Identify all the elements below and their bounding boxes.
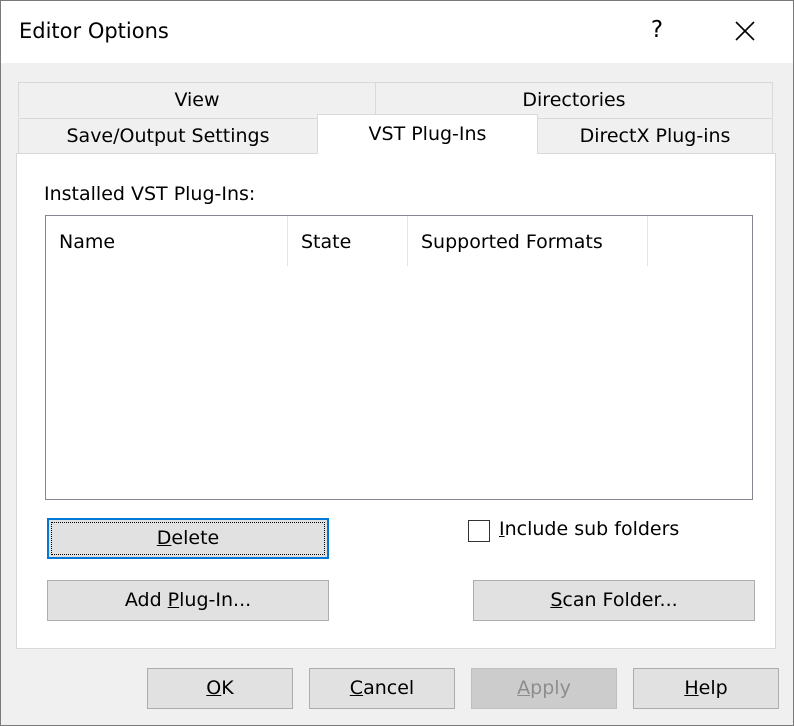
close-icon[interactable] (731, 17, 759, 45)
tab-save-output-settings-label: Save/Output Settings (66, 125, 270, 147)
tab-vst-plug-ins-label: VST Plug-Ins (368, 123, 487, 145)
editor-options-dialog: Editor Options ? View Directories Save/O… (0, 0, 794, 726)
scan-folder-button[interactable]: Scan Folder... (473, 580, 755, 621)
help-icon[interactable]: ? (647, 17, 667, 43)
tab-save-output-settings[interactable]: Save/Output Settings (18, 118, 318, 153)
include-sub-folders-checkbox[interactable] (468, 520, 490, 542)
column-header-supported-formats[interactable]: Supported Formats (408, 216, 648, 266)
tab-view-label: View (174, 89, 220, 111)
cancel-button[interactable]: Cancel (309, 668, 455, 709)
add-plug-in-button[interactable]: Add Plug-In... (47, 580, 329, 621)
ok-button[interactable]: OK (147, 668, 293, 709)
window-title: Editor Options (19, 19, 169, 43)
delete-button[interactable]: Delete (47, 518, 329, 559)
installed-plugins-list[interactable]: Name State Supported Formats (45, 215, 753, 500)
apply-button[interactable]: Apply (471, 668, 617, 709)
column-header-name[interactable]: Name (46, 216, 288, 266)
column-header-state[interactable]: State (288, 216, 408, 266)
include-sub-folders-label[interactable]: Include sub folders (499, 518, 679, 540)
tab-view[interactable]: View (18, 82, 376, 117)
title-bar: Editor Options ? (1, 1, 793, 63)
tab-directx-plug-ins[interactable]: DirectX Plug-ins (537, 118, 773, 153)
tab-directories-label: Directories (522, 89, 626, 111)
tab-vst-plug-ins[interactable]: VST Plug-Ins (317, 114, 538, 154)
help-button[interactable]: Help (633, 668, 779, 709)
installed-vst-label: Installed VST Plug-Ins: (44, 183, 256, 205)
tab-directories[interactable]: Directories (375, 82, 773, 117)
vst-plug-ins-panel: Installed VST Plug-Ins: Name State Suppo… (16, 153, 776, 649)
tab-directx-plug-ins-label: DirectX Plug-ins (579, 125, 731, 147)
